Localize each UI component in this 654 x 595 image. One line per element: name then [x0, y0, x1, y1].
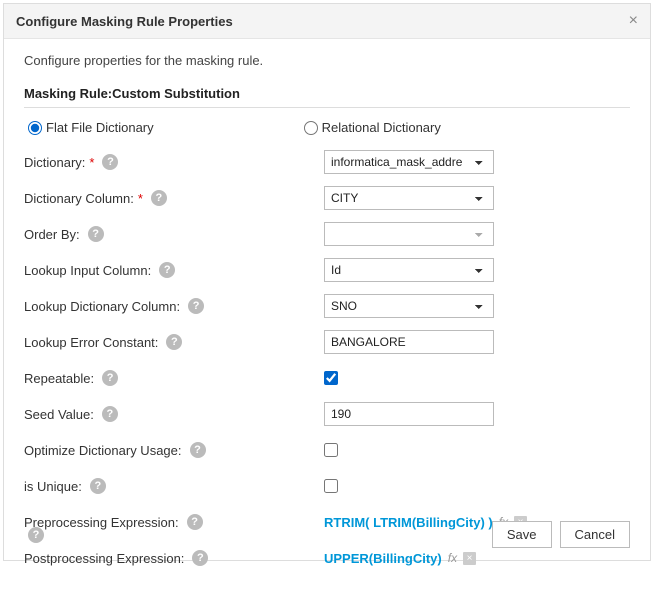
- is-unique-row: is Unique: ?: [24, 473, 630, 499]
- relational-dictionary-radio[interactable]: [304, 121, 318, 135]
- dialog-header: Configure Masking Rule Properties ×: [4, 4, 650, 39]
- section-divider: [24, 107, 630, 108]
- dialog-subtitle: Configure properties for the masking rul…: [24, 53, 630, 68]
- help-icon[interactable]: ?: [190, 442, 206, 458]
- repeatable-label: Repeatable:: [24, 371, 94, 386]
- flat-file-dictionary-radio-label[interactable]: Flat File Dictionary: [28, 120, 154, 135]
- help-icon[interactable]: ?: [88, 226, 104, 242]
- configure-masking-rule-dialog: Configure Masking Rule Properties × Conf…: [3, 3, 651, 561]
- help-icon[interactable]: ?: [102, 406, 118, 422]
- order-by-select[interactable]: [324, 222, 494, 246]
- repeatable-row: Repeatable: ?: [24, 365, 630, 391]
- dictionary-column-label: Dictionary Column:: [24, 191, 134, 206]
- optimize-dictionary-usage-checkbox[interactable]: [324, 443, 338, 457]
- lookup-error-constant-row: Lookup Error Constant: ?: [24, 329, 630, 355]
- dictionary-column-select[interactable]: CITY: [324, 186, 494, 210]
- dictionary-select[interactable]: informatica_mask_addre: [324, 150, 494, 174]
- help-icon[interactable]: ?: [188, 298, 204, 314]
- seed-value-label: Seed Value:: [24, 407, 94, 422]
- lookup-input-column-label: Lookup Input Column:: [24, 263, 151, 278]
- lookup-dictionary-column-label: Lookup Dictionary Column:: [24, 299, 180, 314]
- postprocessing-expression-link[interactable]: UPPER(BillingCity): [324, 551, 442, 566]
- dictionary-label: Dictionary:: [24, 155, 85, 170]
- relational-dictionary-label: Relational Dictionary: [322, 120, 441, 135]
- lookup-error-constant-input[interactable]: [324, 330, 494, 354]
- lookup-input-column-select[interactable]: Id: [324, 258, 494, 282]
- footer-buttons: Save Cancel: [492, 521, 630, 548]
- dialog-footer: ? Save Cancel: [24, 521, 630, 548]
- fx-icon[interactable]: fx: [448, 551, 457, 565]
- order-by-label: Order By:: [24, 227, 80, 242]
- save-button[interactable]: Save: [492, 521, 552, 548]
- clear-icon[interactable]: ×: [463, 552, 476, 565]
- close-icon[interactable]: ×: [629, 12, 638, 30]
- lookup-error-constant-label: Lookup Error Constant:: [24, 335, 158, 350]
- is-unique-checkbox[interactable]: [324, 479, 338, 493]
- help-icon[interactable]: ?: [102, 370, 118, 386]
- dialog-title: Configure Masking Rule Properties: [16, 14, 233, 29]
- dictionary-row: Dictionary: * ? informatica_mask_addre: [24, 149, 630, 175]
- help-icon[interactable]: ?: [151, 190, 167, 206]
- required-asterisk: *: [89, 155, 94, 170]
- seed-value-row: Seed Value: ?: [24, 401, 630, 427]
- relational-dictionary-radio-label[interactable]: Relational Dictionary: [304, 120, 441, 135]
- is-unique-label: is Unique:: [24, 479, 82, 494]
- help-icon[interactable]: ?: [90, 478, 106, 494]
- cancel-button[interactable]: Cancel: [560, 521, 630, 548]
- order-by-row: Order By: ?: [24, 221, 630, 247]
- help-icon[interactable]: ?: [166, 334, 182, 350]
- section-title: Masking Rule:Custom Substitution: [24, 86, 630, 101]
- repeatable-checkbox[interactable]: [324, 371, 338, 385]
- flat-file-dictionary-label: Flat File Dictionary: [46, 120, 154, 135]
- required-asterisk: *: [138, 191, 143, 206]
- help-icon[interactable]: ?: [159, 262, 175, 278]
- optimize-dictionary-usage-row: Optimize Dictionary Usage: ?: [24, 437, 630, 463]
- seed-value-input[interactable]: [324, 402, 494, 426]
- dictionary-type-row: Flat File Dictionary Relational Dictiona…: [24, 120, 630, 135]
- postprocessing-expression-label: Postprocessing Expression:: [24, 551, 184, 566]
- lookup-input-column-row: Lookup Input Column: ? Id: [24, 257, 630, 283]
- dictionary-column-row: Dictionary Column: * ? CITY: [24, 185, 630, 211]
- flat-file-dictionary-radio[interactable]: [28, 121, 42, 135]
- help-icon[interactable]: ?: [28, 527, 44, 543]
- postprocessing-expression-row: Postprocessing Expression: ? UPPER(Billi…: [24, 545, 630, 571]
- help-icon[interactable]: ?: [102, 154, 118, 170]
- optimize-dictionary-usage-label: Optimize Dictionary Usage:: [24, 443, 182, 458]
- lookup-dictionary-column-row: Lookup Dictionary Column: ? SNO: [24, 293, 630, 319]
- dialog-body: Configure properties for the masking rul…: [4, 39, 650, 595]
- lookup-dictionary-column-select[interactable]: SNO: [324, 294, 494, 318]
